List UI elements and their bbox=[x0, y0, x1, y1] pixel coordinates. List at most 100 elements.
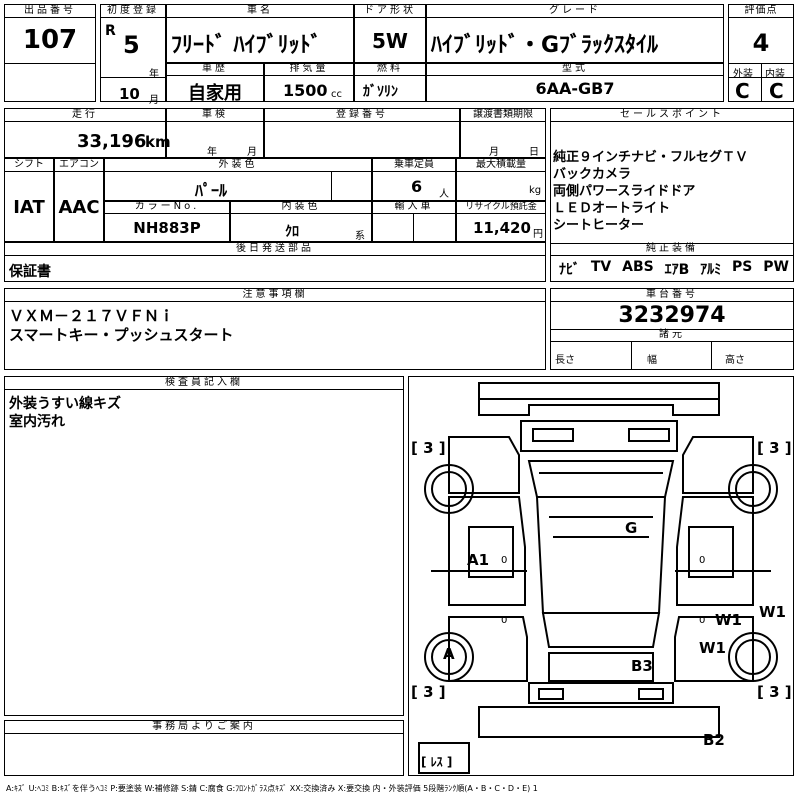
svg-text:0: 0 bbox=[699, 555, 705, 566]
car-diagram: 0 0 0 0 [ 3 ] [ 3 ] [ 3 ] [ 3 ] G A1 W1 … bbox=[408, 376, 794, 776]
score-label: 評価点 bbox=[729, 5, 793, 18]
damage-mark-w1: W1 bbox=[715, 611, 742, 629]
note-item: ＶＸＭ－２１７ＶＦＮｉ bbox=[9, 307, 175, 325]
int-color-value: ｸﾛ bbox=[285, 224, 299, 240]
recycle-cell: リサイクル預託金 11,420 円 bbox=[456, 200, 546, 242]
max-load-label: 最大積載量 bbox=[457, 159, 545, 172]
transfer-deadline-label: 譲渡書類期限 bbox=[461, 109, 545, 122]
sales-points-cell: セールスポイント 純正９インチナビ・フルセグＴＶ バックカメラ 両側パワースライ… bbox=[550, 108, 794, 282]
max-load-cell: 最大積載量 kg bbox=[456, 158, 546, 202]
transfer-deadline-cell: 譲渡書類期限 月 日 bbox=[460, 108, 546, 158]
width-label: 幅 bbox=[647, 355, 657, 366]
followup-parts-value: 保証書 bbox=[9, 264, 51, 280]
inspector-label: 検査員記入欄 bbox=[5, 377, 403, 390]
grade-cell: グレード ﾊｲﾌﾞﾘｯﾄﾞ・Gﾌﾞﾗｯｸｽﾀｲﾙ bbox=[426, 4, 724, 64]
reg-no-cell: 登録番号 bbox=[264, 108, 460, 158]
shaken-label: 車検 bbox=[167, 109, 263, 122]
followup-parts-label: 後日発送部品 bbox=[5, 243, 545, 256]
kei-unit: 系 bbox=[355, 231, 365, 242]
color-no-label: カラーNo. bbox=[105, 201, 229, 214]
car-history-label: 車歴 bbox=[167, 63, 263, 76]
reg-month-value: 10 bbox=[119, 85, 140, 103]
tire-fr-score: [ 3 ] bbox=[757, 439, 792, 457]
door-type-cell: ドア形状 5W bbox=[354, 4, 426, 64]
persons-unit: 人 bbox=[439, 189, 449, 200]
svg-text:0: 0 bbox=[501, 555, 507, 566]
equipment-item: PS bbox=[732, 259, 753, 275]
door-type-value: 5W bbox=[372, 29, 408, 53]
month-unit: 月 bbox=[149, 95, 159, 106]
chassis-no-value: 3232974 bbox=[618, 303, 726, 328]
displacement-label: 排気量 bbox=[265, 63, 353, 76]
capacity-value: 6 bbox=[411, 177, 423, 196]
car-name-label: 車名 bbox=[167, 5, 353, 18]
first-reg-cell: 初度登録 R 5 年 10 月 bbox=[100, 4, 166, 106]
sales-point-item: 純正９インチナビ・フルセグＴＶ bbox=[553, 150, 749, 165]
svg-text:0: 0 bbox=[501, 615, 507, 626]
model-code-value: 6AA-GB7 bbox=[535, 79, 615, 98]
equipment-item: ｴｱB bbox=[664, 262, 690, 278]
sales-point-item: バックカメラ bbox=[553, 167, 632, 182]
grade-value: ﾊｲﾌﾞﾘｯﾄﾞ・Gﾌﾞﾗｯｸｽﾀｲﾙ bbox=[431, 33, 659, 58]
imported-cell: 輸入車 bbox=[372, 200, 456, 242]
int-color-label: 内装色 bbox=[231, 201, 371, 214]
followup-parts-cell: 後日発送部品 保証書 bbox=[4, 242, 546, 282]
svg-text:0: 0 bbox=[699, 615, 705, 626]
car-outline-icon: 0 0 0 0 bbox=[418, 382, 778, 774]
shift-value: IAT bbox=[13, 197, 45, 218]
fuel-value: ｶﾞｿﾘﾝ bbox=[363, 84, 398, 100]
shift-label: シフト bbox=[5, 159, 53, 172]
office-info-label: 事務局よりご案内 bbox=[5, 721, 403, 734]
aircon-label: エアコン bbox=[55, 159, 103, 172]
damage-mark-b2: B2 bbox=[703, 731, 725, 749]
color-no-cell: カラーNo. NH883P bbox=[104, 200, 230, 242]
imported-label: 輸入車 bbox=[373, 201, 455, 214]
aircon-value: AAC bbox=[58, 197, 100, 218]
displacement-value: 1500 bbox=[283, 81, 328, 100]
capacity-label: 乗車定員 bbox=[373, 159, 455, 172]
ext-color-value: ﾊﾟｰﾙ bbox=[195, 181, 228, 200]
shaken-month-unit: 月 bbox=[247, 147, 257, 158]
note-item: スマートキー・プッシュスタート bbox=[9, 326, 234, 344]
chassis-no-cell: 車台番号 3232974 諸元 長さ 幅 高さ bbox=[550, 288, 794, 370]
tire-fl-score: [ 3 ] bbox=[411, 439, 446, 457]
damage-mark-a: A bbox=[443, 645, 455, 663]
car-name-cell: 車名 ﾌﾘｰﾄﾞ ﾊｲﾌﾞﾘｯﾄﾞ bbox=[166, 4, 354, 64]
lot-no-label: 出品番号 bbox=[5, 5, 95, 18]
model-code-label: 型式 bbox=[427, 63, 723, 76]
oem-equipment-label: 純正装備 bbox=[551, 243, 793, 256]
sales-point-item: シートヒーター bbox=[553, 218, 645, 233]
inspector-cell: 検査員記入欄 外装うすい線キズ 室内汚れ bbox=[4, 376, 404, 716]
damage-mark-g: G bbox=[625, 519, 638, 537]
capacity-cell: 乗車定員 6 人 bbox=[372, 158, 456, 202]
deadline-month-unit: 月 bbox=[489, 147, 499, 158]
color-no-value: NH883P bbox=[133, 219, 201, 237]
damage-mark-w1: W1 bbox=[759, 603, 786, 621]
lot-no-cell: 出品番号 107 bbox=[4, 4, 96, 102]
car-name-value: ﾌﾘｰﾄﾞ ﾊｲﾌﾞﾘｯﾄﾞ bbox=[171, 33, 322, 58]
chassis-no-label: 車台番号 bbox=[551, 289, 793, 302]
inspector-note-item: 室内汚れ bbox=[9, 414, 65, 430]
score-cell: 評価点 4 外装 内装 C C bbox=[728, 4, 794, 103]
equipment-list: ﾅﾋﾞ TV ABS ｴｱB ｱﾙﾐ PS PW bbox=[559, 259, 789, 279]
lot-no-value: 107 bbox=[22, 25, 78, 55]
door-type-label: ドア形状 bbox=[355, 5, 425, 18]
shaken-cell: 車検 年 月 bbox=[166, 108, 264, 158]
sales-point-item: 両側パワースライドドア bbox=[553, 184, 696, 199]
tire-rl-score: [ 3 ] bbox=[411, 683, 446, 701]
equipment-item: ｱﾙﾐ bbox=[700, 262, 722, 278]
grade-label: グレード bbox=[427, 5, 723, 18]
car-history-cell: 車歴 自家用 bbox=[166, 62, 264, 104]
equipment-item: PW bbox=[763, 259, 789, 275]
model-code-cell: 型式 6AA-GB7 bbox=[426, 62, 724, 102]
height-label: 高さ bbox=[725, 355, 745, 366]
notes-list: ＶＸＭ－２１７ＶＦＮｉ スマートキー・プッシュスタート bbox=[9, 307, 234, 345]
fuel-label: 燃料 bbox=[355, 63, 425, 76]
notes-label: 注意事項欄 bbox=[5, 289, 545, 302]
displacement-cell: 排気量 1500 cc bbox=[264, 62, 354, 102]
damage-mark-w1: W1 bbox=[699, 639, 726, 657]
mileage-value: 33,196 bbox=[77, 131, 147, 152]
aircon-cell: エアコン AAC bbox=[54, 158, 104, 242]
sales-points-list: 純正９インチナビ・フルセグＴＶ バックカメラ 両側パワースライドドア ＬＥＤオー… bbox=[553, 149, 748, 234]
exterior-grade-value: C bbox=[735, 79, 750, 103]
